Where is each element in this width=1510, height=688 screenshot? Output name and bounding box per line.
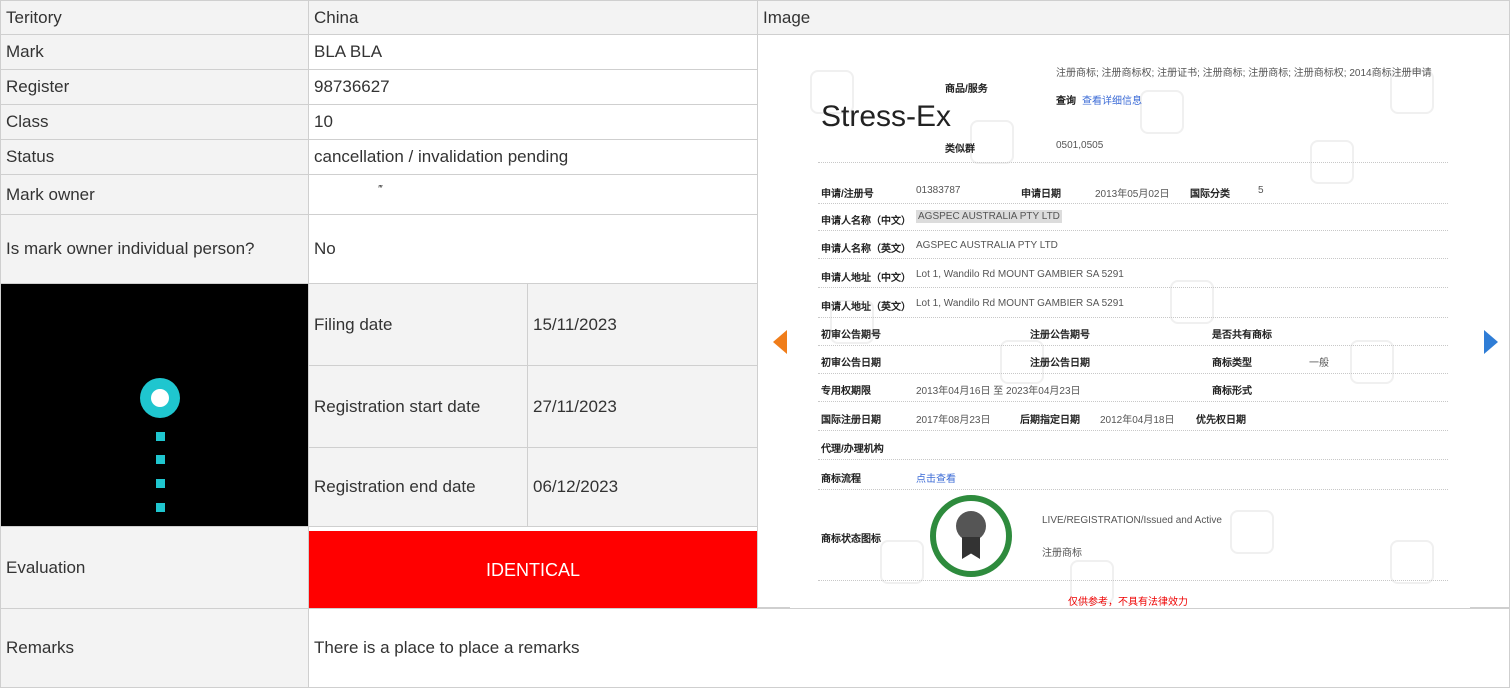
territory-value: China [308, 0, 758, 35]
app-date-value: 2013年05月02日 [1095, 189, 1170, 200]
dot-square [156, 432, 165, 441]
territory-label: Teritory [0, 0, 309, 35]
owner-label: Mark owner [0, 174, 309, 215]
status-text: LIVE/REGISTRATION/Issued and Active [1042, 515, 1222, 526]
app-no-label: 申请/注册号 [821, 189, 874, 200]
status-value: cancellation / invalidation pending [308, 139, 758, 175]
filing-date-value: 15/11/2023 [527, 283, 758, 366]
evaluation-label: Evaluation [0, 526, 309, 609]
dot-square [156, 503, 165, 512]
status-icon-label: 商标状态图标 [821, 534, 881, 545]
dot-square [156, 455, 165, 464]
previous-arrow-icon[interactable] [773, 330, 787, 354]
image-header: Image [757, 0, 1510, 35]
remarks-label: Remarks [0, 608, 309, 688]
goods-detail-link[interactable]: 查看详细信息 [1082, 92, 1142, 107]
exclusive-label: 专用权期限 [821, 386, 871, 397]
process-label: 商标流程 [821, 474, 861, 485]
register-value: 98736627 [308, 69, 758, 105]
owner-value: ‴ [308, 174, 758, 215]
address-en-value: Lot 1, Wandilo Rd MOUNT GAMBIER SA 5291 [916, 298, 1124, 309]
process-link[interactable]: 点击查看 [916, 470, 956, 485]
reg-end-value: 06/12/2023 [527, 447, 758, 527]
filing-date-label: Filing date [308, 283, 528, 366]
trademark-record-table: Teritory China Image Mark BLA BLA Regist… [0, 0, 1510, 688]
mark-type-label: 商标类型 [1212, 358, 1252, 369]
class-label: Class [0, 104, 309, 140]
intl-reg-label: 国际注册日期 [821, 415, 881, 426]
address-cn-value: Lot 1, Wandilo Rd MOUNT GAMBIER SA 5291 [916, 269, 1124, 280]
agent-label: 代理/办理机构 [821, 444, 884, 455]
evaluation-badge: IDENTICAL [309, 531, 757, 609]
individual-label: Is mark owner individual person? [0, 214, 309, 284]
app-no-value: 01383787 [916, 185, 961, 196]
priority-label: 优先权日期 [1196, 415, 1246, 426]
mark-type-value: 一般 [1309, 358, 1329, 369]
certificate-mark-title: Stress-Ex [821, 100, 952, 133]
address-cn-label: 申请人地址（中文） [821, 273, 911, 284]
applicant-cn-value: AGSPEC AUSTRALIA PTY LTD [916, 210, 1062, 223]
status-label: Status [0, 139, 309, 175]
reg-start-label: Registration start date [308, 365, 528, 448]
similar-group-label: 类似群 [945, 144, 975, 155]
reg-end-label: Registration end date [308, 447, 528, 527]
circle-dot-icon [140, 378, 180, 418]
individual-value: No [308, 214, 758, 284]
similar-group-value: 0501,0505 [1056, 140, 1104, 151]
class-value: 10 [308, 104, 758, 140]
certificate-image: 商品/服务 注册商标; 注册商标权; 注册证书; 注册商标; 注册商标; 注册商… [790, 40, 1470, 608]
register-label: Register [0, 69, 309, 105]
intl-class-label: 国际分类 [1190, 189, 1230, 200]
applicant-cn-label: 申请人名称（中文） [821, 216, 911, 227]
goods-label: 商品/服务 [945, 84, 988, 95]
mark-value: BLA BLA [308, 34, 758, 70]
goods-text: 注册商标; 注册商标权; 注册证书; 注册商标; 注册商标; 注册商标权; 20… [1056, 68, 1432, 79]
shared-label: 是否共有商标 [1212, 330, 1272, 341]
exclusive-value: 2013年04月16日 至 2023年04月23日 [916, 386, 1081, 397]
mark-label: Mark [0, 34, 309, 70]
remarks-value: There is a place to place a remarks [308, 608, 1510, 688]
prelim-date-label: 初审公告日期 [821, 358, 881, 369]
applicant-en-label: 申请人名称（英文） [821, 244, 911, 255]
reg-no-label: 注册公告期号 [1030, 330, 1090, 341]
applicant-en-value: AGSPEC AUSTRALIA PTY LTD [916, 240, 1058, 251]
next-arrow-icon[interactable] [1484, 330, 1498, 354]
later-label: 后期指定日期 [1020, 415, 1080, 426]
intl-reg-value: 2017年08月23日 [916, 415, 991, 426]
registered-seal-icon [930, 495, 1012, 577]
later-value: 2012年04月18日 [1100, 415, 1175, 426]
app-date-label: 申请日期 [1021, 189, 1061, 200]
prelim-no-label: 初审公告期号 [821, 330, 881, 341]
reg-start-value: 27/11/2023 [527, 365, 758, 448]
intl-class-value: 5 [1258, 185, 1264, 196]
form-label: 商标形式 [1212, 386, 1252, 397]
certificate-footer: 仅供参考，不具有法律效力 [1068, 597, 1188, 608]
status-sub: 注册商标 [1042, 548, 1082, 559]
address-en-label: 申请人地址（英文） [821, 302, 911, 313]
goods-query-label: 查询 [1056, 96, 1076, 107]
reg-date-label: 注册公告日期 [1030, 358, 1090, 369]
dot-square [156, 479, 165, 488]
mark-image [0, 283, 309, 527]
